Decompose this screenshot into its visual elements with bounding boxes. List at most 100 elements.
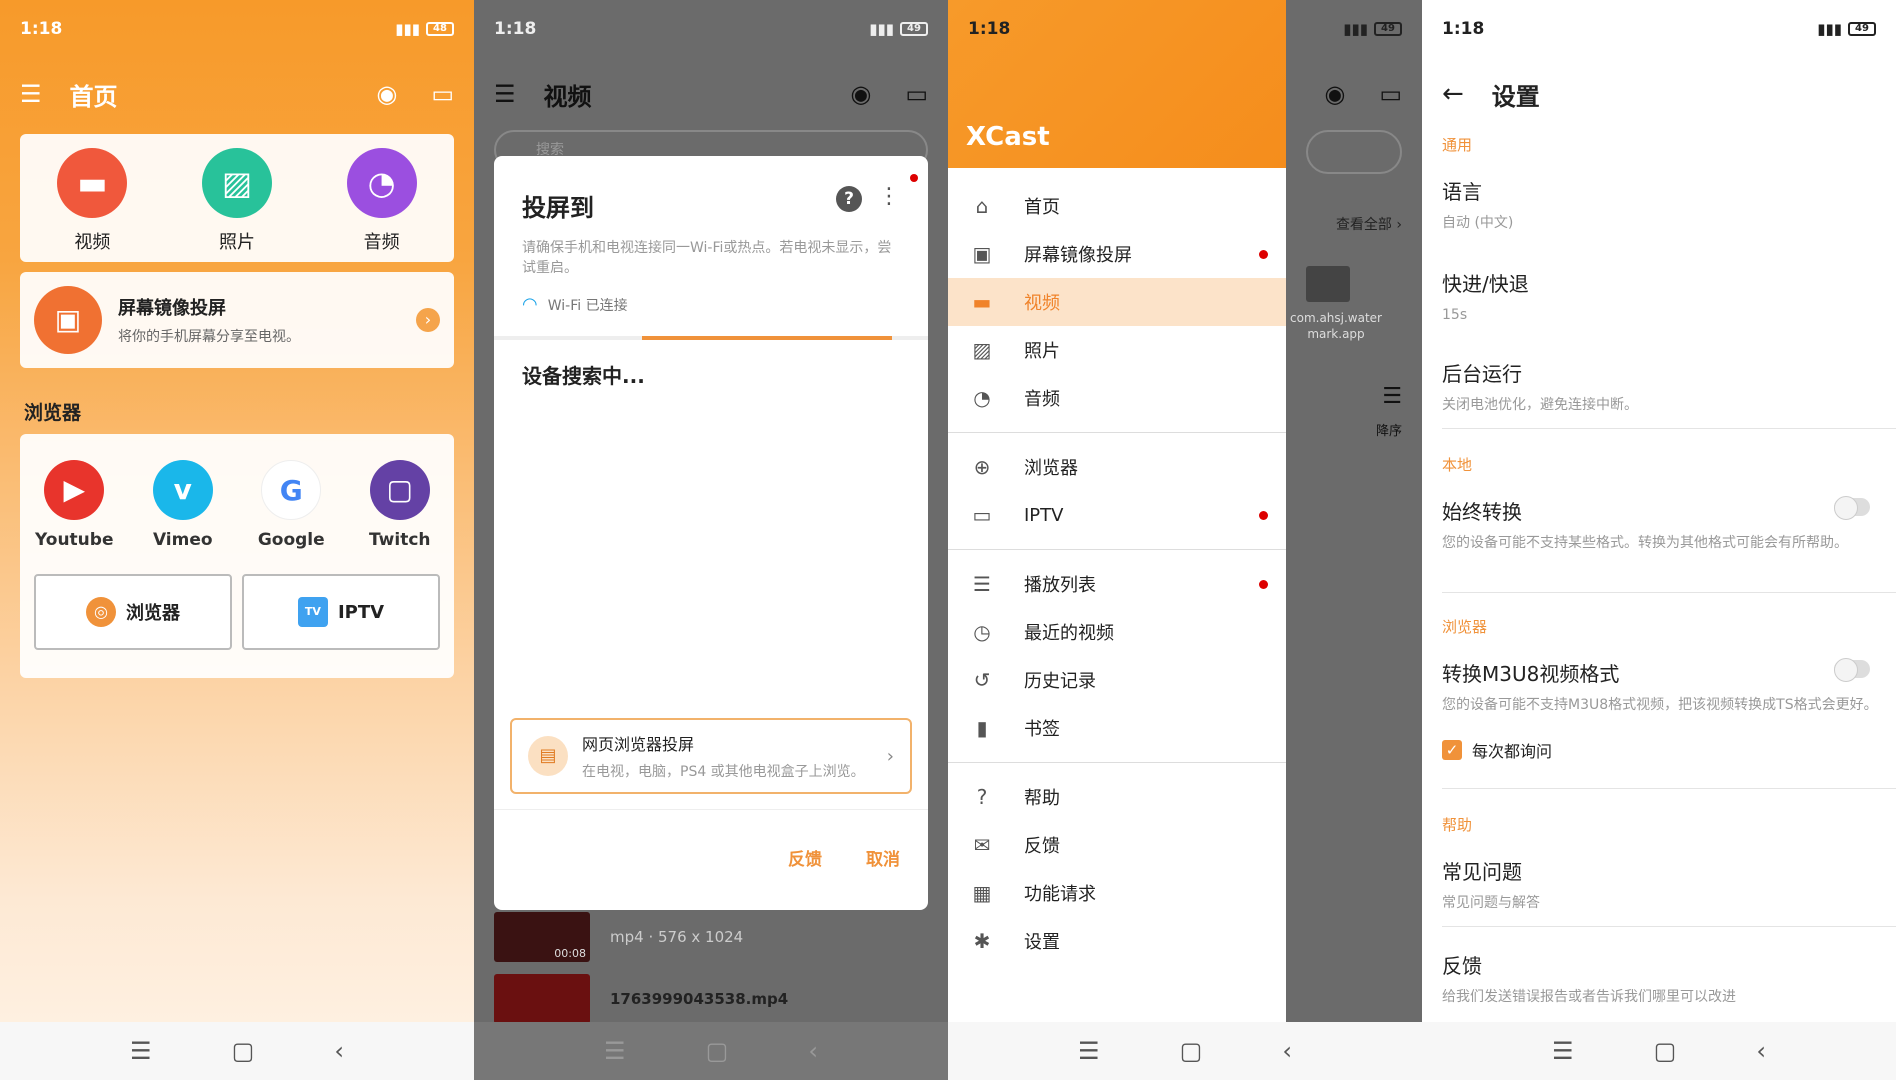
site-label: Vimeo [152,530,213,550]
home-nav-icon[interactable]: ▢ [706,1037,729,1065]
drawer-item-history[interactable]: ↺ 历史记录 [948,656,1286,704]
home-nav-icon[interactable]: ▢ [1180,1037,1203,1065]
category-local: 本地 [1442,456,1473,474]
media-label: 照片 [218,232,255,253]
video-screen: 1:18 ▮▮▮ 49 ☰ 视频 ◉ ▭ 搜索 投屏到 ? ⋮ 请确保手机和电视连… [474,0,948,1080]
back-icon[interactable]: ‹ [334,1037,344,1065]
status-time: 1:18 [1442,19,1485,39]
cast-icon: ▭ [1379,80,1402,108]
app-bar: ← 设置 [1422,58,1896,130]
cast-icon[interactable]: ▭ [905,80,928,108]
drawer-item-audio[interactable]: ◔ 音频 [948,374,1286,422]
drawer-item-iptv[interactable]: ▭ IPTV [948,491,1286,539]
more-icon[interactable]: ⋮ [878,184,900,209]
category-help: 帮助 [1442,816,1473,834]
app-bar: ◉ ▭ [1286,58,1422,130]
drawer-item-feedback[interactable]: ✉ 反馈 [948,821,1286,869]
menu-icon[interactable]: ☰ [494,80,516,108]
site-twitch[interactable]: ▢ Twitch [350,460,450,550]
browser-card: ▶ Youtube v Vimeo G Google ▢ Twitch ◎ 浏览… [20,434,454,678]
drawer-item-playlist[interactable]: ☰ 播放列表 [948,560,1286,608]
drawer-item-settings[interactable]: ✱ 设置 [948,917,1286,965]
site-vimeo[interactable]: v Vimeo [133,460,233,550]
always-convert-toggle[interactable] [1834,496,1870,520]
media-label: 音频 [363,232,400,253]
search-input [1306,130,1402,174]
mirror-icon: ▣ [34,286,102,354]
playlist-icon: ☰ [973,572,991,596]
recents-icon[interactable]: ☰ [130,1037,152,1065]
history-icon: ↺ [973,668,991,692]
app-bar: ☰ 首页 ◉ ▭ [0,58,474,130]
ask-every-time-checkbox[interactable]: ✓ 每次都询问 [1442,738,1552,762]
site-youtube[interactable]: ▶ Youtube [24,460,124,550]
notification-dot [910,174,918,182]
recents-icon[interactable]: ☰ [1552,1037,1574,1065]
video-item[interactable]: 00:08 mp4 · 576 x 1024 [494,912,928,962]
drawer-item-label: 功能请求 [1024,884,1096,905]
browser-section-title: 浏览器 [24,402,82,424]
m3u8-toggle[interactable] [1834,658,1870,682]
status-bar: 1:18 ▮▮▮ 48 [0,0,474,58]
cast-icon[interactable]: ▭ [431,80,454,108]
divider [1442,926,1896,927]
menu-icon[interactable]: ☰ [20,80,42,108]
view-all-link: 查看全部 › [1335,217,1402,233]
notification-dot [1259,249,1268,259]
home-nav-icon[interactable]: ▢ [232,1037,255,1065]
setting-always-convert[interactable]: 始终转换 您的设备可能不支持某些格式。转换为其他格式可能会有所帮助。 [1442,496,1880,553]
setting-background[interactable]: 后台运行 关闭电池优化，避免连接中断。 [1442,358,1880,415]
site-google[interactable]: G Google [241,460,341,550]
drawer-item-label: IPTV [1024,504,1064,526]
divider [948,432,1286,433]
setting-title: 快进/快退 [1442,272,1529,296]
setting-seek[interactable]: 快进/快退 15s [1442,268,1880,325]
drawer-item-feature-request[interactable]: ▦ 功能请求 [948,869,1286,917]
setting-m3u8[interactable]: 转换M3U8视频格式 您的设备可能不支持M3U8格式视频，把该视频转换成TS格式… [1442,658,1880,715]
drawer-item-mirror[interactable]: ▣ 屏幕镜像投屏 [948,230,1286,278]
media-photo[interactable]: ▨ 照片 [182,148,292,254]
setting-title: 语言 [1442,180,1482,204]
setting-faq[interactable]: 常见问题 常见问题与解答 [1442,856,1880,913]
recents-icon[interactable]: ☰ [604,1037,626,1065]
music-icon: ◔ [973,386,991,410]
cancel-button[interactable]: 取消 [866,845,900,870]
help-icon[interactable]: ? [836,186,862,212]
page-title: 设置 [1491,82,1540,111]
media-video[interactable]: ▬ 视频 [37,148,147,254]
drawer-item-photo[interactable]: ▨ 照片 [948,326,1286,374]
bulb-icon[interactable]: ◉ [376,80,397,108]
battery-icon: 49 [900,22,928,36]
globe-icon: ◎ [86,597,116,627]
back-icon[interactable]: ‹ [1282,1037,1292,1065]
mirror-card[interactable]: ▣ 屏幕镜像投屏 将你的手机屏幕分享至电视。 › [20,272,454,368]
back-arrow-icon[interactable]: ← [1442,79,1464,109]
bulb-icon[interactable]: ◉ [850,80,871,108]
iptv-button[interactable]: TV IPTV [242,574,440,650]
drawer-item-home[interactable]: ⌂ 首页 [948,182,1286,230]
drawer-item-video[interactable]: ▬ 视频 [948,278,1286,326]
drawer-item-browser[interactable]: ⊕ 浏览器 [948,443,1286,491]
drawer-item-recent[interactable]: ◷ 最近的视频 [948,608,1286,656]
drawer-item-bookmark[interactable]: ▮ 书签 [948,704,1286,752]
setting-value: 给我们发送错误报告或者告诉我们哪里可以改进 [1442,989,1736,1005]
back-icon[interactable]: ‹ [1756,1037,1766,1065]
status-bar: 1:18 ▮▮▮ 49 [948,0,1422,58]
home-nav-icon[interactable]: ▢ [1654,1037,1677,1065]
media-audio[interactable]: ◔ 音频 [327,148,437,254]
drawer-item-label: 反馈 [1024,836,1060,857]
setting-feedback[interactable]: 反馈 给我们发送错误报告或者告诉我们哪里可以改进 [1442,950,1880,1007]
wifi-status: ◠ Wi-Fi 已连接 [522,294,628,315]
background-content: 查看全部 › com.ahsj.watermark.app ☰ 降序 [1286,130,1422,439]
setting-title: 常见问题 [1442,860,1522,884]
drawer-item-help[interactable]: ? 帮助 [948,773,1286,821]
video-item[interactable]: 1763999043538.mp4 [494,974,928,1024]
browser-button-label: 浏览器 [126,603,180,624]
recents-icon[interactable]: ☰ [1078,1037,1100,1065]
setting-title: 反馈 [1442,954,1482,978]
setting-language[interactable]: 语言 自动 (中文) [1442,176,1880,233]
feedback-button[interactable]: 反馈 [788,845,822,870]
web-cast-option[interactable]: ▤ 网页浏览器投屏 在电视，电脑，PS4 或其他电视盒子上浏览。 › [510,718,912,794]
back-icon[interactable]: ‹ [808,1037,818,1065]
browser-button[interactable]: ◎ 浏览器 [34,574,232,650]
